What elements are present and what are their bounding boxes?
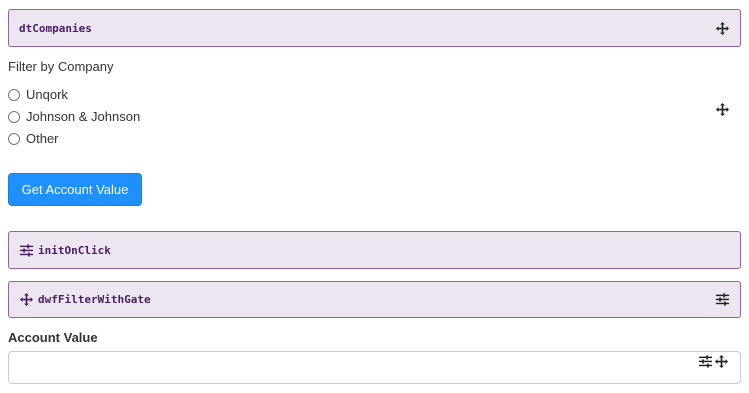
move-icon[interactable]: [714, 354, 728, 368]
dtcompanies-label: dtCompanies: [19, 21, 92, 35]
radio-button[interactable]: [8, 88, 20, 101]
initonclick-panel[interactable]: initOnClick: [8, 231, 741, 269]
radio-button[interactable]: [8, 132, 20, 145]
account-value-label: Account Value: [8, 330, 98, 345]
dwffilterwithgate-label: dwfFilterWithGate: [38, 293, 151, 306]
radio-option-other[interactable]: Other: [8, 131, 59, 146]
radio-option-label: Johnson & Johnson: [26, 109, 141, 124]
move-icon[interactable]: [715, 21, 729, 35]
radio-option-label: Other: [26, 131, 59, 146]
radio-option-johnson-johnson[interactable]: Johnson & Johnson: [8, 109, 140, 124]
initonclick-label: initOnClick: [38, 243, 111, 257]
radio-option-label: Unqork: [26, 87, 68, 102]
filter-by-company-label: Filter by Company: [8, 59, 114, 74]
move-icon[interactable]: [715, 102, 729, 116]
dtcompanies-panel[interactable]: dtCompanies: [8, 9, 741, 47]
account-value-input[interactable]: [8, 351, 741, 384]
sliders-icon[interactable]: [715, 293, 729, 307]
move-icon[interactable]: [19, 293, 33, 307]
sliders-icon[interactable]: [698, 354, 712, 368]
radio-button[interactable]: [8, 110, 20, 123]
dwffilterwithgate-panel[interactable]: dwfFilterWithGate: [8, 281, 741, 318]
sliders-icon[interactable]: [19, 243, 33, 257]
get-account-value-button[interactable]: Get Account Value: [8, 173, 142, 206]
radio-option-unqork[interactable]: Unqork: [8, 87, 68, 102]
field-toolbar: [698, 354, 728, 368]
